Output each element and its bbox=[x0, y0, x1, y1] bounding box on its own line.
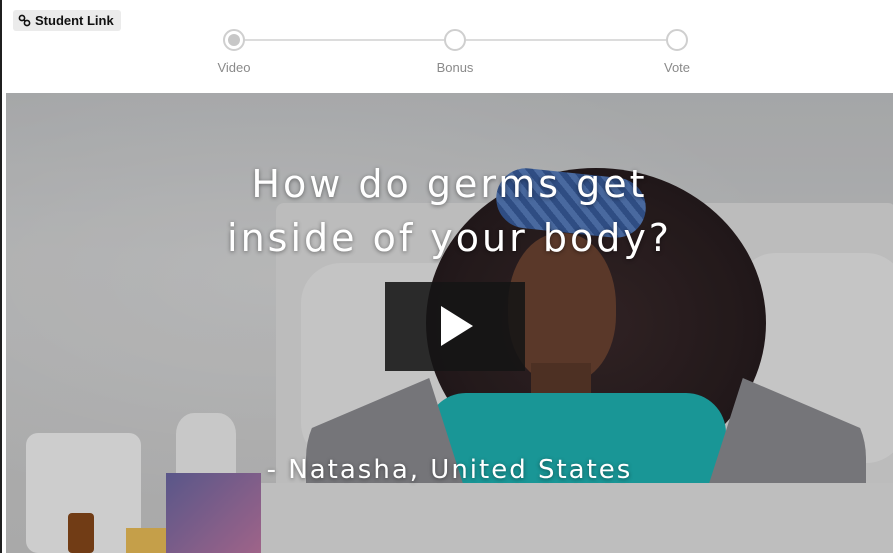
page: Student Link Video Bonus Vote How do ger… bbox=[0, 0, 893, 553]
header: Student Link Video Bonus Vote bbox=[2, 0, 893, 93]
play-icon bbox=[441, 306, 473, 346]
step-video-label[interactable]: Video bbox=[184, 60, 284, 75]
step-connector bbox=[244, 39, 444, 41]
step-vote-label[interactable]: Vote bbox=[627, 60, 727, 75]
step-video-dot[interactable] bbox=[223, 29, 245, 51]
step-vote-dot[interactable] bbox=[666, 29, 688, 51]
video-title: How do germs get inside of your body? bbox=[227, 162, 672, 260]
progress-stepper: Video Bonus Vote bbox=[2, 0, 893, 93]
step-connector bbox=[466, 39, 666, 41]
video-attribution: - Natasha, United States bbox=[266, 455, 633, 485]
play-button[interactable] bbox=[385, 282, 525, 371]
step-bonus-dot[interactable] bbox=[444, 29, 466, 51]
step-bonus-label[interactable]: Bonus bbox=[405, 60, 505, 75]
video-player[interactable]: How do germs get inside of your body? - … bbox=[6, 93, 893, 553]
